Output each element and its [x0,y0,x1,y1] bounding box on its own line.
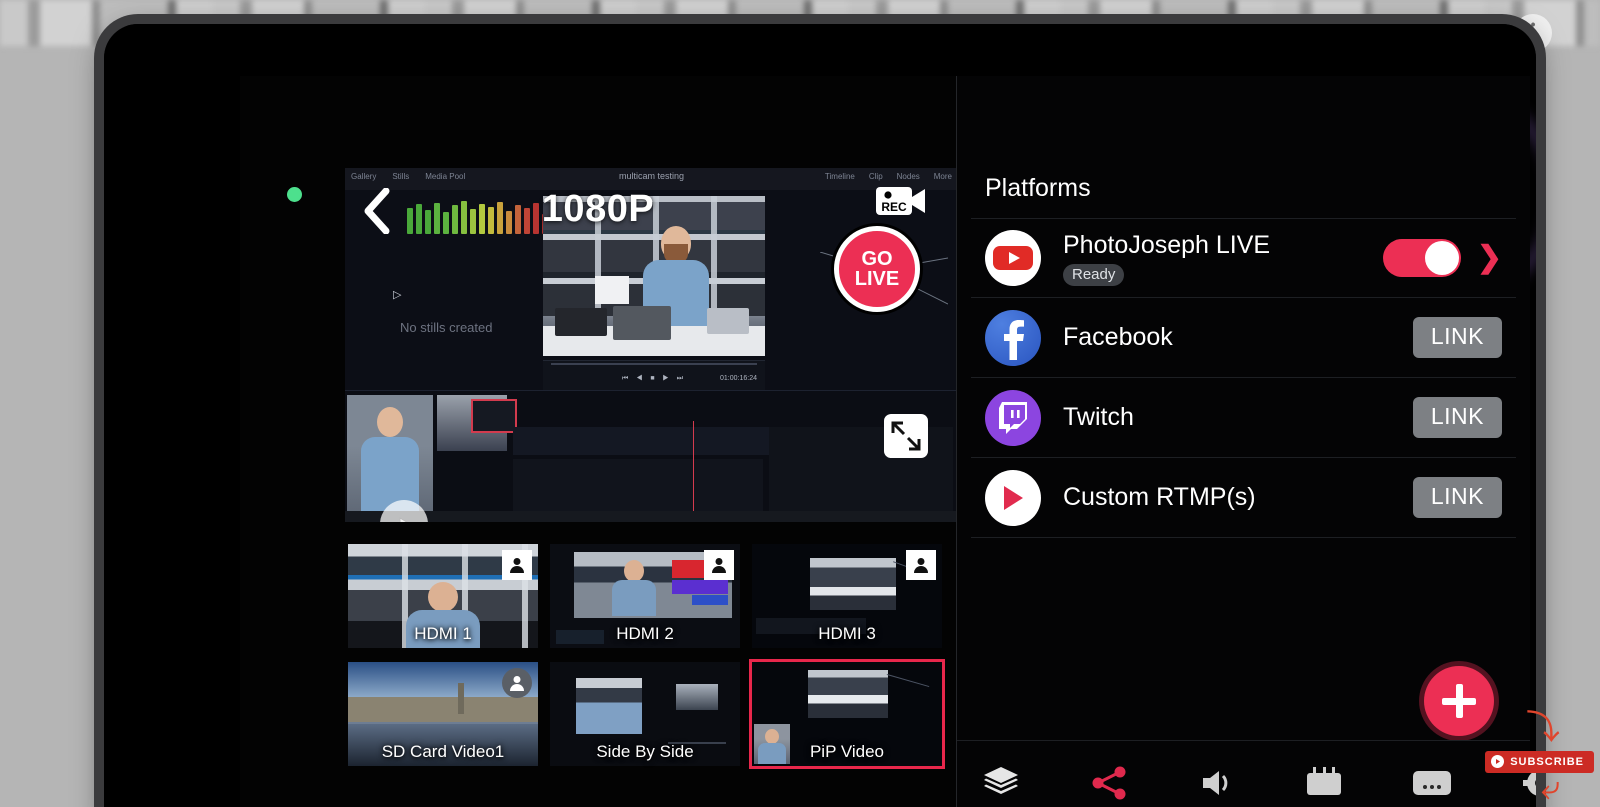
settings-sliders-icon[interactable] [1307,763,1341,803]
nle-tabs-left: Gallery Stills Media Pool [351,172,465,181]
streaming-device: ⬆ 0B/s ⬇ 0B/s 14:46 98% [104,24,1536,807]
nle-tab: Nodes [896,172,920,181]
toggle-knob [1424,241,1459,275]
nle-tabs-right: Timeline Clip Nodes More [825,172,952,181]
nle-transport-controls: ⏮ ◀ ■ ▶ ⏭ 01:00:16:24 [543,360,765,390]
platform-info: PhotoJoseph LIVE Ready [1063,231,1383,286]
platform-name: PhotoJoseph LIVE [1063,230,1271,259]
source-tile-side-by-side[interactable]: Side By Side [550,662,740,766]
platform-row-facebook[interactable]: Facebook LINK [971,298,1516,378]
nle-timecode: 01:00:16:24 [720,375,757,382]
chevron-right-icon[interactable]: ❯ [1477,243,1502,273]
platform-row-youtube[interactable]: PhotoJoseph LIVE Ready ❯ [971,218,1516,298]
page-root: i ⬆ 0B/s ⬇ 0B/s 14:46 [0,0,1600,807]
nle-project-title: multicam testing [618,171,685,181]
platform-row-twitch[interactable]: Twitch LINK [971,378,1516,458]
source-row: SD Card Video1 Side By Side PiP Video [348,659,948,769]
nle-tab: Clip [868,172,883,181]
nle-transport-buttons: ⏮ ◀ ■ ▶ ⏭ [621,375,687,382]
person-badge-icon [502,668,532,698]
keyboard-icon[interactable] [1413,763,1451,803]
status-badge: Ready [1063,263,1125,286]
go-live-label-2: LIVE [854,268,900,290]
facebook-icon [985,309,1041,366]
platforms-panel: Platforms PhotoJoseph LIVE Ready ❯ Faceb… [956,76,1536,807]
platform-info: Custom RTMP(s) [1063,483,1413,512]
source-label: HDMI 2 [616,624,674,643]
play-circle-icon [985,469,1041,526]
platform-name: Custom RTMP(s) [1063,483,1256,511]
panel-title: Platforms [985,174,1091,202]
source-tile-hdmi-1[interactable]: HDMI 1 [348,544,538,648]
layers-icon[interactable] [983,763,1019,803]
subscribe-watermark[interactable]: SUBSCRIBE [1485,751,1594,773]
platform-info: Twitch [1063,403,1413,432]
go-live-button[interactable]: GO LIVE [834,226,920,312]
platform-info: Facebook [1063,323,1413,352]
subscribe-arrow-bottom-icon: ⤶ [1540,769,1560,807]
source-label: Side By Side [596,742,694,761]
person-badge-icon [906,550,936,580]
platform-list: PhotoJoseph LIVE Ready ❯ Facebook LINK T… [971,218,1516,538]
rec-badge-icon[interactable]: REC [876,184,926,218]
source-label: HDMI 3 [818,624,876,643]
nle-tab: Gallery [351,172,377,181]
platform-name: Twitch [1063,403,1134,431]
program-column: Gallery Stills Media Pool multicam testi… [240,76,958,807]
nle-tab: More [933,172,952,181]
subscribe-arrow-top-icon: ⤵ [1526,709,1560,747]
go-live-label-1: GO [861,248,893,270]
person-badge-icon [704,550,734,580]
link-button-custom-rtmp[interactable]: LINK [1412,477,1502,518]
svg-text:REC: REC [881,200,907,214]
source-tile-hdmi-3[interactable]: HDMI 3 [752,544,942,648]
platform-row-custom-rtmp[interactable]: Custom RTMP(s) LINK [971,458,1516,538]
nle-tab: Media Pool [425,172,466,181]
resolution-label: 1080P [541,188,655,230]
nle-tab: Stills [392,172,410,181]
source-label: SD Card Video1 [381,742,505,761]
volume-icon[interactable] [1199,763,1235,803]
source-label: HDMI 1 [414,624,472,643]
bottom-toolbar [957,740,1536,807]
expand-fullscreen-icon[interactable] [884,414,928,458]
device-screen: ⬆ 0B/s ⬇ 0B/s 14:46 98% [240,76,1536,807]
source-grid: HDMI 1 HDMI 2 HDMI 3 SD Card Video1 Side… [348,544,948,780]
nle-no-stills-label: No stills created [400,320,493,335]
share-icon[interactable] [1091,763,1127,803]
source-tile-hdmi-2[interactable]: HDMI 2 [550,544,740,648]
subscribe-label: SUBSCRIBE [1510,755,1584,768]
person-badge-icon [502,550,532,580]
twitch-icon [985,389,1041,446]
nle-topbar: Gallery Stills Media Pool multicam testi… [345,168,958,190]
source-label: PiP Video [809,742,885,761]
link-button-twitch[interactable]: LINK [1412,397,1502,438]
source-tile-pip-video[interactable]: PiP Video [749,659,945,769]
source-row: HDMI 1 HDMI 2 HDMI 3 [348,544,948,648]
platform-name: Facebook [1063,323,1173,351]
platform-toggle[interactable] [1382,239,1461,277]
source-tile-sd-card-video1[interactable]: SD Card Video1 [348,662,538,766]
subscribe-play-icon [1491,755,1505,768]
add-platform-button[interactable] [1424,666,1494,736]
link-button-facebook[interactable]: LINK [1412,317,1502,358]
youtube-icon [985,230,1041,286]
nle-mouse-cursor: ▷ [393,289,402,301]
nle-lower-panels [345,390,958,522]
nle-tab: Timeline [824,172,855,181]
